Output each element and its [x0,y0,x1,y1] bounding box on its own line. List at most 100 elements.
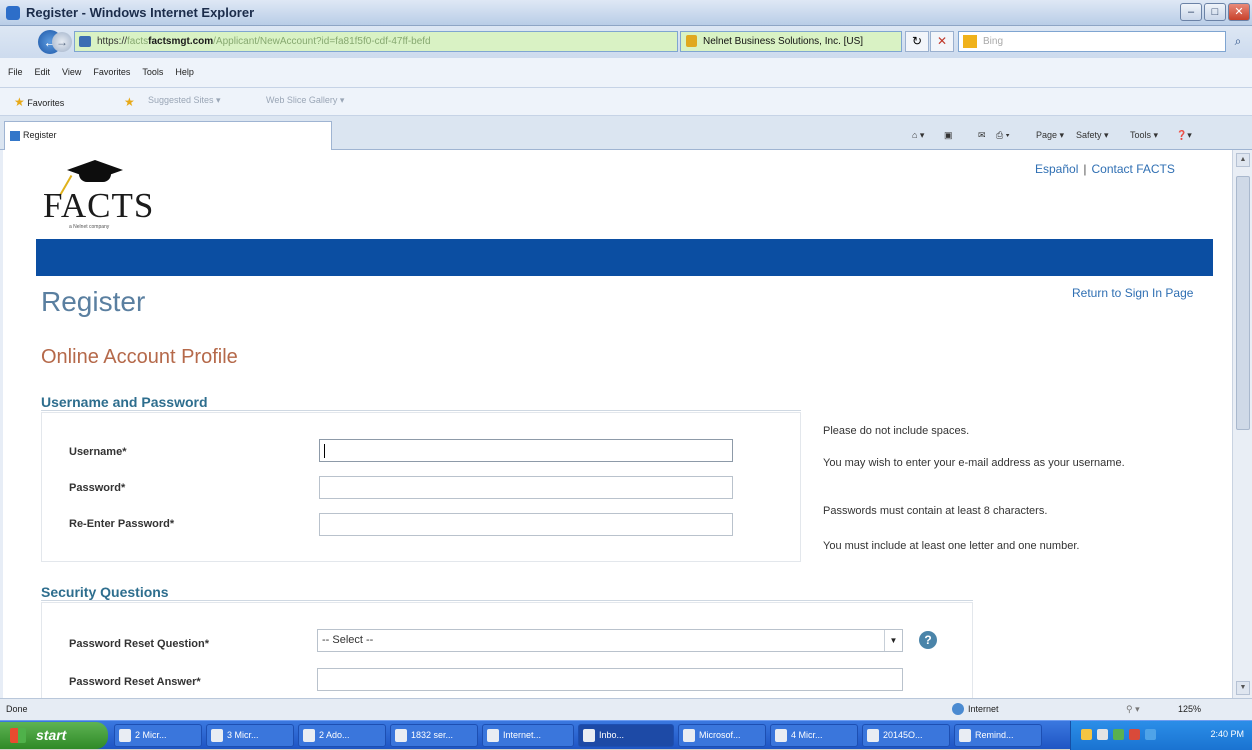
maximize-button[interactable]: □ [1204,3,1226,21]
menu-help[interactable]: Help [169,58,200,77]
acrobat-icon [303,729,315,742]
home-icon[interactable]: ⌂ ▾ [912,130,924,141]
menu-file[interactable]: File [2,58,29,77]
office-icon [683,729,695,742]
taskbar-item-label: 4 Micr... [791,730,823,740]
password-input[interactable] [319,476,733,499]
safety-menu[interactable]: Safety ▾ [1076,130,1109,141]
espanol-link[interactable]: Español [1035,162,1078,176]
username-input[interactable] [319,439,733,462]
minimize-button[interactable]: – [1180,3,1202,21]
taskbar-item-label: Internet... [503,730,542,740]
tray-icon[interactable] [1113,729,1124,740]
folder-icon [487,729,499,742]
zoom-level[interactable]: 125% [1178,704,1201,714]
taskbar-item[interactable]: 2 Ado... [298,724,386,747]
feeds-icon[interactable]: ▣ [944,130,953,141]
reenter-password-label: Re-Enter Password* [69,518,175,530]
chevron-down-icon[interactable]: ▼ [884,630,902,651]
taskbar-item[interactable]: 3 Micr... [206,724,294,747]
taskbar-item[interactable]: Internet... [482,724,574,747]
page-content: FACTS a Nelnet company Español | Contact F… [0,150,1232,698]
ie-taskbar-icon [583,729,595,742]
reset-question-select[interactable]: -- Select -- ▼ [317,629,903,652]
page-title: Register [41,286,146,317]
refresh-button[interactable]: ↻ [905,31,929,52]
mail-icon[interactable]: ✉ [978,130,986,141]
app-icon [395,729,407,742]
graduation-cap-base [79,170,111,182]
taskbar-item[interactable]: Remind... [954,724,1042,747]
web-slice-gallery-link[interactable]: Web Slice Gallery ▾ [266,95,344,106]
page-menu[interactable]: Page ▾ [1036,130,1064,141]
menu-edit[interactable]: Edit [29,58,57,77]
taskbar: start 2 Micr... 3 Micr... 2 Ado... 1832 … [0,720,1252,750]
return-to-sign-in-link[interactable]: Return to Sign In Page [1072,286,1193,300]
menu-bar: File Edit View Favorites Tools Help [0,58,1252,88]
taskbar-item[interactable]: 4 Micr... [770,724,858,747]
favorites-bar: ★ Favorites ★ Suggested Sites ▾ Web Slic… [0,88,1252,116]
username-label: Username* [69,446,127,458]
logo-text: FACTS [43,186,155,225]
clock[interactable]: 2:40 PM [1210,729,1244,739]
search-button[interactable]: ⌕ [1228,31,1248,52]
reset-answer-input[interactable] [317,668,903,691]
security-heading: Security Questions [41,584,169,600]
taskbar-item-label: 1832 ser... [411,730,454,740]
security-report-button[interactable]: Nelnet Business Solutions, Inc. [US] [680,31,902,52]
scroll-down-icon[interactable]: ▼ [1236,681,1250,695]
taskbar-item[interactable]: Microsof... [678,724,766,747]
print-icon[interactable]: ⎙ ▾ [996,130,1009,141]
tray-icon[interactable] [1145,729,1156,740]
window-title-bar[interactable]: Register - Windows Internet Explorer – □… [0,0,1252,26]
hint-email-username: You may wish to enter your e-mail addres… [823,457,1125,469]
forward-button[interactable]: → [52,32,72,52]
word-icon [119,729,131,742]
taskbar-item-active[interactable]: Inbo... [578,724,674,747]
scroll-up-icon[interactable]: ▲ [1236,153,1250,167]
taskbar-item-label: Remind... [975,730,1014,740]
search-input[interactable]: Bing [958,31,1226,52]
tray-icon[interactable] [1129,729,1140,740]
stop-button[interactable]: ✕ [930,31,954,52]
close-button[interactable]: ✕ [1228,3,1250,21]
taskbar-item-label: 2 Ado... [319,730,350,740]
bing-icon [963,35,977,48]
status-text: Done [6,704,28,714]
url-host: facts [127,36,149,47]
address-input[interactable]: https://factsfactsmgt.com/Applicant/NewA… [74,31,678,52]
divider [41,410,801,411]
search-placeholder: Bing [983,36,1004,47]
menu-tools[interactable]: Tools [136,58,169,77]
url-domain: factsmgt.com [148,36,214,47]
tools-menu[interactable]: Tools ▾ [1130,130,1158,141]
globe-icon [952,703,964,715]
star-icon: ★ [14,95,25,109]
start-button[interactable]: start [0,722,108,749]
tray-icon[interactable] [1081,729,1092,740]
brand-banner [36,239,1213,276]
start-label: start [36,727,67,743]
contact-facts-link[interactable]: Contact FACTS [1092,162,1175,176]
taskbar-item[interactable]: 20145O... [862,724,950,747]
taskbar-item-label: 20145O... [883,730,923,740]
menu-favorites[interactable]: Favorites [87,58,136,77]
tab-register[interactable]: Register [4,121,332,150]
window-title: Register - Windows Internet Explorer [26,5,255,20]
add-favorite-icon[interactable]: ★ [124,95,135,109]
scroll-thumb[interactable] [1236,176,1250,430]
profile-heading: Online Account Profile [41,346,238,368]
tray-icon[interactable] [1097,729,1108,740]
protected-mode-icon[interactable]: ⚲ ▾ [1126,704,1140,715]
menu-view[interactable]: View [56,58,87,77]
help-menu-icon[interactable]: ❓▾ [1176,130,1192,141]
vertical-scrollbar[interactable]: ▲ ▼ [1232,150,1252,698]
suggested-sites-link[interactable]: Suggested Sites ▾ [148,95,221,106]
taskbar-item[interactable]: 2 Micr... [114,724,202,747]
credentials-heading: Username and Password [41,394,208,410]
help-icon[interactable]: ? [919,631,937,649]
favorites-button[interactable]: ★ Favorites [14,95,64,109]
reminder-icon [959,729,971,742]
reenter-password-input[interactable] [319,513,733,536]
taskbar-item[interactable]: 1832 ser... [390,724,478,747]
